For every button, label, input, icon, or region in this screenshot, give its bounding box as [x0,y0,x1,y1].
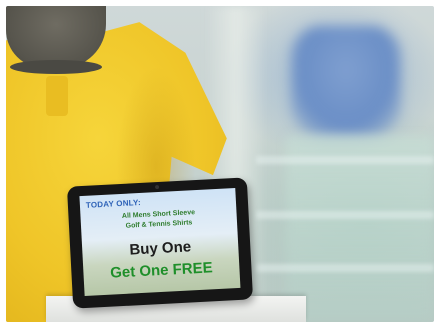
tablet-camera [154,184,160,190]
shirt-placket [46,76,68,116]
cap-brim [10,60,102,74]
sign-offer-buy-one: Buy One [129,238,192,259]
shelf [256,211,434,219]
shelf [256,264,434,272]
tablet-display: TODAY ONLY: All Mens Short Sleeve Golf &… [66,177,254,309]
tablet-screen: TODAY ONLY: All Mens Short Sleeve Golf &… [79,187,241,297]
sign-headline: TODAY ONLY: [85,197,142,210]
store-photo: TODAY ONLY: All Mens Short Sleeve Golf &… [6,6,434,322]
shelf [256,156,434,164]
sign-offer-get-one-free: Get One FREE [109,259,214,282]
blurred-blue-shirt [291,26,401,136]
